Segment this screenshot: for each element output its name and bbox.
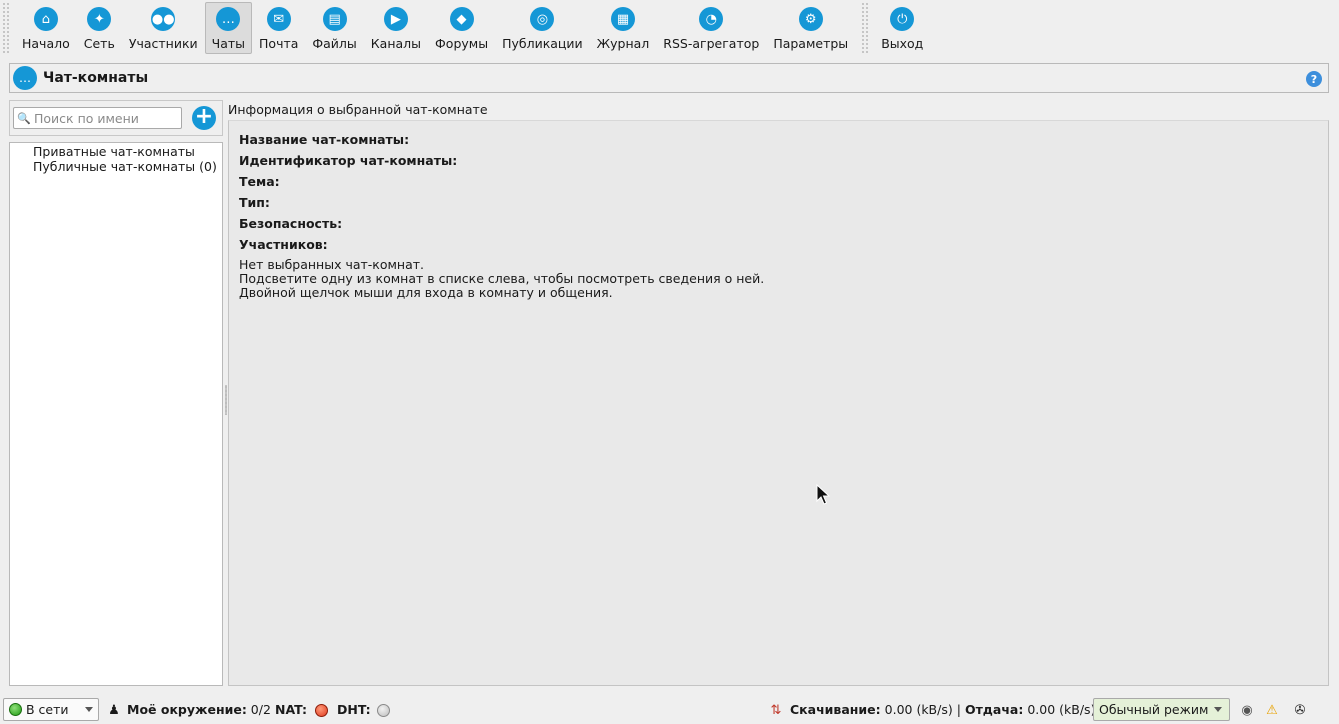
info-message-line: Двойной щелчок мыши для входа в комнату …	[239, 285, 613, 300]
tree-item-private-rooms[interactable]: Приватные чат-комнаты	[10, 144, 222, 159]
create-chat-room-button[interactable]: +	[192, 106, 216, 130]
tor-network-icon[interactable]: ✇	[1292, 702, 1308, 718]
people-icon: ●●	[151, 7, 176, 31]
toolbar-quit-button[interactable]: ⏻ Выход	[874, 2, 930, 54]
info-message: Нет выбранных чат-комнат. Подсветите одн…	[239, 258, 764, 300]
friends-status: Моё окружение: 0/2	[127, 702, 271, 717]
download-label: Скачивание:	[790, 702, 881, 717]
toolbar-home-button[interactable]: ⌂ Начало	[15, 2, 77, 54]
forums-icon: ◆	[449, 7, 474, 31]
info-caption: Информация о выбранной чат-комнате	[228, 102, 488, 117]
upload-label: Отдача:	[964, 702, 1024, 717]
eye-icon[interactable]: ◉	[1239, 702, 1255, 718]
gear-icon: ⚙	[798, 7, 823, 31]
toolbar-log-button[interactable]: ▦ Журнал	[590, 2, 657, 54]
toolbar-label: Публикации	[502, 36, 583, 51]
page-title: Чат-комнаты	[43, 70, 149, 86]
online-status-select[interactable]: В сети	[3, 698, 99, 721]
rss-icon: ◔	[699, 7, 724, 31]
info-message-line: Подсветите одну из комнат в списке слева…	[239, 271, 765, 286]
friends-label: Моё окружение:	[127, 702, 247, 717]
download-value: 0.00 (kB/s)	[884, 702, 953, 717]
transfer-icon: ⇅	[770, 702, 782, 718]
search-icon[interactable]: 🔍	[14, 112, 34, 125]
posted-icon: ◎	[530, 7, 555, 31]
toolbar-grip[interactable]	[2, 2, 10, 54]
toolbar-label: Начало	[22, 36, 70, 51]
info-field-participants: Участников:	[239, 237, 328, 252]
toolbar-channels-button[interactable]: ▶ Каналы	[364, 2, 428, 54]
upload-value: 0.00 (kB/s)	[1027, 702, 1096, 717]
status-bar: В сети ♟ Моё окружение: 0/2 NAT: DHT: ⇅ …	[0, 696, 1339, 724]
toolbar-label: Форумы	[435, 36, 489, 51]
info-field-id: Идентификатор чат-комнаты:	[239, 153, 458, 168]
toolbar-label: Файлы	[312, 36, 357, 51]
search-box[interactable]: 🔍	[13, 107, 182, 129]
home-icon: ⌂	[33, 7, 58, 31]
toolbar-grip[interactable]	[861, 2, 870, 54]
nat-label: NAT:	[275, 702, 308, 717]
info-message-line: Нет выбранных чат-комнат.	[239, 257, 425, 272]
toolbar-label: Журнал	[596, 36, 650, 51]
warning-icon[interactable]: ⚠	[1264, 702, 1280, 718]
power-icon: ⏻	[890, 7, 915, 31]
toolbar-label: Выход	[881, 36, 924, 51]
chat-room-tree[interactable]: Приватные чат-комнаты Публичные чат-комн…	[9, 142, 223, 686]
toolbar-rss-button[interactable]: ◔ RSS-агрегатор	[656, 2, 766, 54]
friends-value: 0/2	[250, 702, 271, 717]
main-toolbar: ⌂ Начало ✦ Сеть ●● Участники … Чаты ✉ По…	[0, 0, 1339, 57]
panel-splitter[interactable]	[225, 385, 227, 415]
files-icon: ▤	[322, 7, 347, 31]
channels-icon: ▶	[383, 7, 408, 31]
toolbar-label: Параметры	[773, 36, 849, 51]
toolbar-posted-button[interactable]: ◎ Публикации	[495, 2, 590, 54]
toolbar-forums-button[interactable]: ◆ Форумы	[428, 2, 495, 54]
nat-status-icon	[315, 704, 328, 717]
toolbar-label: Сеть	[83, 36, 115, 51]
tree-item-public-rooms[interactable]: Публичные чат-комнаты (0)	[10, 159, 222, 174]
page-header: … Чат-комнаты ?	[9, 63, 1329, 93]
mail-icon: ✉	[266, 7, 291, 31]
info-field-type: Тип:	[239, 195, 270, 210]
chevron-down-icon	[1214, 707, 1222, 712]
toolbar-files-button[interactable]: ▤ Файлы	[305, 2, 363, 54]
help-icon[interactable]: ?	[1306, 71, 1322, 87]
operating-mode-select[interactable]: Обычный режим	[1093, 698, 1230, 721]
search-input[interactable]	[34, 110, 174, 126]
toolbar-network-button[interactable]: ✦ Сеть	[77, 2, 122, 54]
chevron-down-icon	[85, 707, 93, 712]
log-icon: ▦	[610, 7, 635, 31]
info-field-name: Название чат-комнаты:	[239, 132, 410, 147]
user-icon: ♟	[108, 702, 120, 718]
separator: |	[956, 702, 961, 717]
online-status-icon	[9, 703, 22, 716]
toolbar-label: Участники	[128, 36, 198, 51]
toolbar-people-button[interactable]: ●● Участники	[122, 2, 205, 54]
chat-lobby-toolbar: 🔍 +	[9, 100, 223, 136]
info-field-topic: Тема:	[239, 174, 280, 189]
chat-room-info-panel: Название чат-комнаты: Идентификатор чат-…	[228, 120, 1329, 686]
network-icon: ✦	[87, 7, 112, 31]
dht-label: DHT:	[337, 702, 371, 717]
chat-icon: …	[216, 7, 241, 31]
bandwidth-status: Скачивание: 0.00 (kB/s) | Отдача: 0.00 (…	[790, 702, 1095, 717]
chat-icon: …	[13, 66, 37, 90]
dht-status-icon	[377, 704, 390, 717]
operating-mode-label: Обычный режим	[1099, 702, 1209, 717]
info-field-security: Безопасность:	[239, 216, 343, 231]
online-status-label: В сети	[26, 702, 69, 717]
toolbar-label: Каналы	[370, 36, 422, 51]
toolbar-label: RSS-агрегатор	[663, 36, 760, 51]
toolbar-label: Чаты	[211, 36, 246, 51]
toolbar-chats-button[interactable]: … Чаты	[204, 2, 253, 54]
toolbar-label: Почта	[259, 36, 299, 51]
toolbar-settings-button[interactable]: ⚙ Параметры	[766, 2, 855, 54]
toolbar-mail-button[interactable]: ✉ Почта	[252, 2, 305, 54]
mouse-cursor-icon	[816, 484, 830, 505]
